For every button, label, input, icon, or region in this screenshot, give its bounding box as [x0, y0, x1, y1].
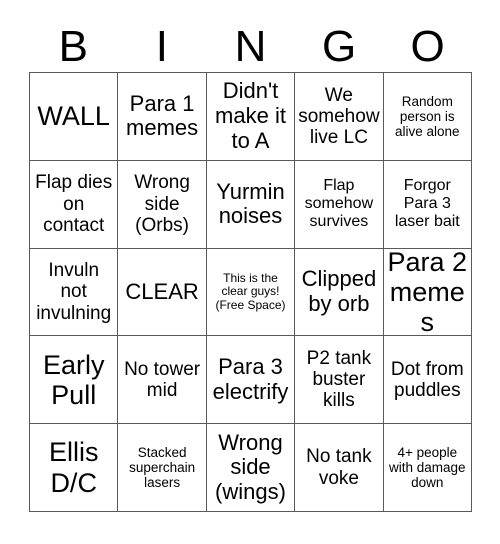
bingo-cell-text: Clipped by orb — [301, 266, 377, 316]
bingo-cell-text: Flap dies on contact — [35, 172, 113, 236]
bingo-cell-text: Wrong side (Orbs) — [134, 172, 190, 236]
bingo-cell-text: Dot from puddles — [390, 358, 464, 401]
bingo-card: B I N G O WALL Para 1 memes Didn't make … — [0, 0, 500, 544]
bingo-cell[interactable]: No tower mid — [118, 336, 207, 425]
bingo-cell-text: This is the clear guys! (Free Space) — [215, 270, 286, 312]
bingo-grid: WALL Para 1 memes Didn't make it to A We… — [29, 72, 472, 512]
bingo-cell-text: No tank voke — [306, 446, 372, 489]
bingo-cell[interactable]: Stacked superchain lasers — [118, 424, 207, 512]
bingo-cell[interactable]: We somehow live LC — [295, 73, 384, 161]
bingo-cell[interactable]: Flap somehow survives — [295, 160, 384, 249]
bingo-cell[interactable]: Dot from puddles — [383, 336, 472, 425]
bingo-cell-text: Para 1 memes — [126, 90, 199, 141]
bingo-cell[interactable]: Didn't make it to A — [206, 73, 296, 161]
bingo-cell[interactable]: Forgor Para 3 laser bait — [383, 160, 472, 249]
bingo-cell[interactable]: Random person is alive alone — [383, 73, 472, 161]
bingo-header-letter-b: B — [58, 22, 88, 71]
bingo-cell-text: Forgor Para 3 laser bait — [394, 177, 460, 231]
bingo-cell-text: No tower mid — [124, 358, 201, 401]
bingo-cell[interactable]: No tank voke — [295, 424, 384, 512]
bingo-cell-text: Para 3 electrify — [212, 354, 289, 404]
bingo-cell-text: Early Pull — [42, 349, 105, 410]
bingo-cell[interactable]: Invuln not invulning — [30, 248, 119, 337]
bingo-cell-text: CLEAR — [125, 278, 199, 304]
bingo-cell-text: We somehow live LC — [298, 84, 380, 149]
bingo-cell[interactable]: 4+ people with damage down — [383, 424, 472, 512]
bingo-cell-text: Ellis D/C — [48, 437, 99, 498]
bingo-cell[interactable]: P2 tank buster kills — [295, 336, 384, 425]
bingo-cell[interactable]: Wrong side (Orbs) — [118, 160, 207, 249]
bingo-cell-text: WALL — [37, 101, 110, 132]
bingo-cell-text: Yurmin noises — [216, 178, 285, 229]
bingo-cell-text: Wrong side (wings) — [215, 429, 286, 504]
bingo-cell-text: Para 2 memes — [387, 248, 468, 337]
bingo-cell[interactable]: Ellis D/C — [30, 424, 119, 512]
bingo-cell-text: Didn't make it to A — [215, 78, 286, 153]
bingo-cell[interactable]: CLEAR — [118, 248, 207, 337]
bingo-cell[interactable]: Para 2 memes — [383, 248, 472, 337]
bingo-cell-free-space[interactable]: This is the clear guys! (Free Space) — [206, 248, 296, 337]
bingo-cell[interactable]: Clipped by orb — [295, 248, 384, 337]
bingo-cell[interactable]: Para 3 electrify — [206, 336, 296, 425]
bingo-cell[interactable]: Para 1 memes — [118, 73, 207, 161]
bingo-header-letter-n: N — [234, 22, 267, 71]
bingo-cell-text: P2 tank buster kills — [306, 347, 372, 412]
bingo-cell-text: Flap somehow survives — [304, 177, 374, 231]
bingo-cell[interactable]: Flap dies on contact — [30, 160, 119, 249]
bingo-header-letter-g: G — [321, 22, 357, 71]
bingo-cell-text: Stacked superchain lasers — [129, 444, 196, 491]
bingo-cell-text: 4+ people with damage down — [389, 444, 466, 491]
bingo-cell[interactable]: Early Pull — [30, 336, 119, 425]
bingo-header-row: B I N G O — [29, 14, 472, 72]
bingo-header-letter-o: O — [410, 22, 445, 71]
bingo-header-letter-i: I — [155, 22, 168, 71]
bingo-cell[interactable]: WALL — [30, 73, 119, 161]
bingo-cell[interactable]: Yurmin noises — [206, 160, 296, 249]
bingo-cell[interactable]: Wrong side (wings) — [206, 424, 296, 512]
bingo-cell-text: Random person is alive alone — [395, 93, 460, 139]
bingo-cell-text: Invuln not invulning — [36, 260, 112, 324]
